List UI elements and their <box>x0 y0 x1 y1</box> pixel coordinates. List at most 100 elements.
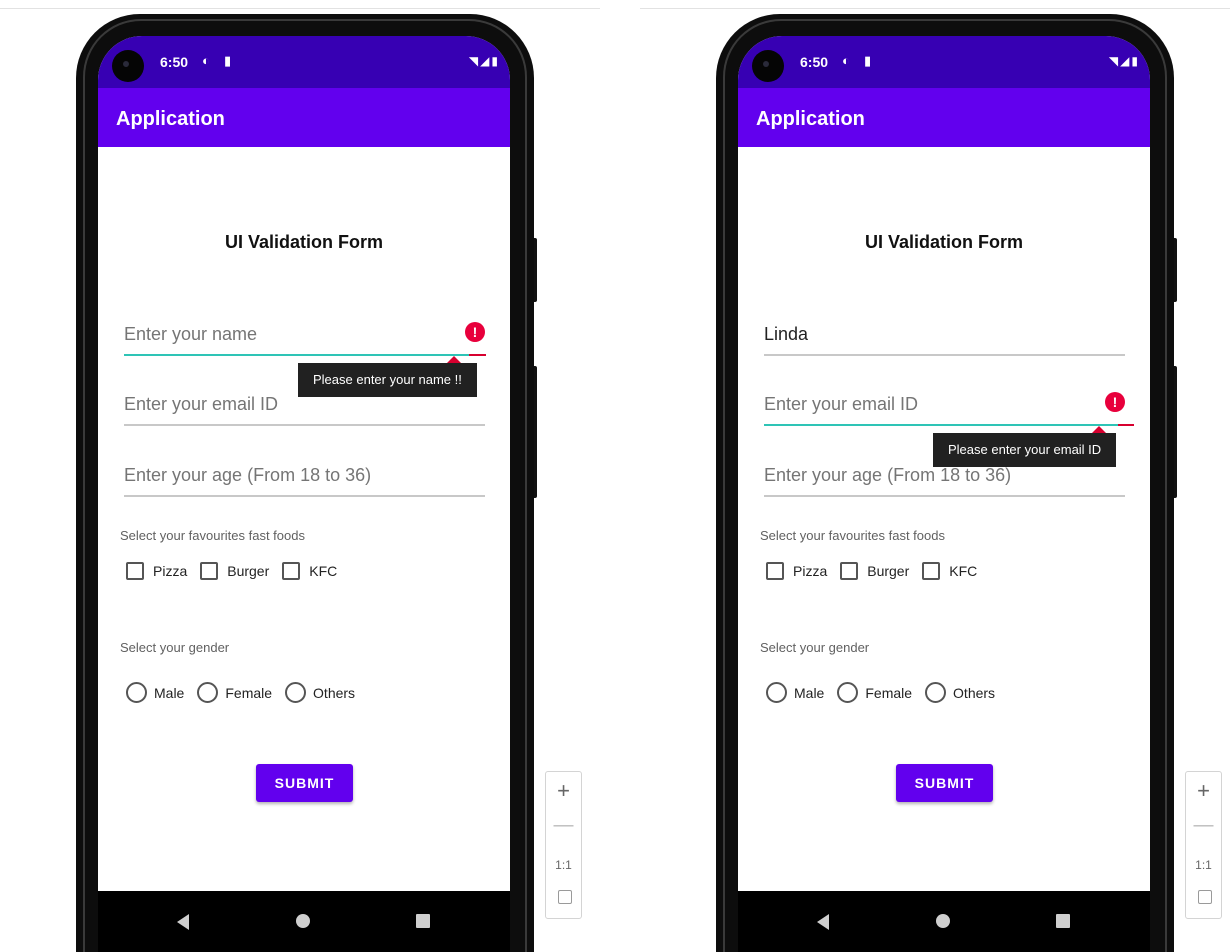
checkbox-box[interactable] <box>282 562 301 580</box>
camera-icon <box>112 50 144 82</box>
checkbox-label: Burger <box>867 563 910 579</box>
submit-button[interactable]: SUBMIT <box>896 764 993 802</box>
checkbox-burger[interactable]: Burger <box>200 562 269 580</box>
status-time: 6:50 <box>160 54 189 70</box>
checkbox-box[interactable] <box>766 562 784 580</box>
zoom-in-button[interactable]: + <box>1186 778 1221 804</box>
checkbox-kfc[interactable]: KFC <box>282 562 337 580</box>
radio-male[interactable]: Male <box>126 682 184 703</box>
phone-screen: 6:50 ◐ ▮ ◥◢▮ Application UI Validation F… <box>738 36 1150 952</box>
email-placeholder: Enter your email ID <box>764 394 919 414</box>
app-title: Application <box>116 108 225 130</box>
checkbox-box[interactable] <box>922 562 941 580</box>
battery-icon: ▮ <box>491 54 500 68</box>
form-title: UI Validation Form <box>224 232 384 252</box>
checkbox-box[interactable] <box>200 562 219 580</box>
radio-button[interactable] <box>197 682 219 703</box>
checkbox-burger[interactable]: Burger <box>840 562 909 580</box>
radio-button[interactable] <box>126 682 147 703</box>
sd-card-icon: ▮ <box>224 53 232 68</box>
error-indicator <box>1118 424 1134 426</box>
system-status-icons: ◥◢▮ <box>1109 54 1140 68</box>
fit-screen-icon[interactable] <box>558 890 572 904</box>
back-icon[interactable] <box>817 914 829 930</box>
radio-label: Male <box>154 684 185 701</box>
radio-female[interactable]: Female <box>197 682 272 703</box>
age-placeholder: Enter your age (From 18 to 36) <box>764 465 1012 485</box>
radio-label: Female <box>225 684 273 701</box>
zoom-in-button[interactable]: + <box>546 778 581 804</box>
panel-divider <box>640 0 1230 9</box>
signal-icon: ◢ <box>1120 54 1132 68</box>
zoom-controls: + — 1:1 <box>545 771 582 919</box>
checkbox-label: KFC <box>949 563 978 579</box>
error-circle-icon[interactable]: ! <box>465 322 485 342</box>
recents-icon[interactable] <box>416 914 430 928</box>
submit-button[interactable]: SUBMIT <box>256 764 353 802</box>
radio-label: Others <box>313 684 356 701</box>
back-icon[interactable] <box>177 914 189 930</box>
name-field[interactable]: Enter your name ! <box>124 320 485 356</box>
phone-frame: 6:50 ◐ ▮ ◥◢▮ Application UI Validation F… <box>716 14 1174 952</box>
gender-radio-group: Male Female Others <box>766 682 1008 703</box>
app-bar: Application <box>738 88 1150 147</box>
error-circle-icon[interactable]: ! <box>1105 392 1125 412</box>
navigation-bar <box>98 891 510 952</box>
actual-size-button[interactable]: 1:1 <box>1186 858 1221 872</box>
status-bar: 6:50 ◐ ▮ ◥◢▮ <box>738 36 1150 88</box>
signal-icon: ◢ <box>480 54 492 68</box>
wifi-icon: ◥ <box>468 54 481 68</box>
gender-section-label: Select your gender <box>120 640 230 655</box>
status-time: 6:50 <box>800 54 829 70</box>
checkbox-pizza[interactable]: Pizza <box>126 562 187 580</box>
gender-radio-group: Male Female Others <box>126 682 368 703</box>
radio-label: Female <box>865 684 913 701</box>
checkbox-label: Burger <box>227 563 270 579</box>
zoom-controls: + — 1:1 <box>1185 771 1222 919</box>
app-bar: Application <box>98 88 510 147</box>
emulator-panel-left: 6:50 ◐ ▮ ◥◢▮ Application UI Validation F… <box>0 0 600 952</box>
checkbox-pizza[interactable]: Pizza <box>766 562 827 580</box>
home-icon[interactable] <box>296 914 310 928</box>
name-value: Linda <box>764 324 809 344</box>
radio-others[interactable]: Others <box>925 682 995 703</box>
status-bar: 6:50 ◐ ▮ ◥◢▮ <box>98 36 510 88</box>
error-indicator <box>469 354 486 356</box>
zoom-out-button[interactable]: — <box>1186 814 1221 837</box>
radio-male[interactable]: Male <box>766 682 824 703</box>
home-icon[interactable] <box>936 914 950 928</box>
radio-button[interactable] <box>285 682 307 703</box>
radio-others[interactable]: Others <box>285 682 355 703</box>
emulator-panel-right: 6:50 ◐ ▮ ◥◢▮ Application UI Validation F… <box>640 0 1230 952</box>
food-checkbox-group: Pizza Burger KFC <box>126 562 350 580</box>
fit-screen-icon[interactable] <box>1198 890 1212 904</box>
sd-card-icon: ▮ <box>864 53 872 68</box>
checkbox-kfc[interactable]: KFC <box>922 562 977 580</box>
name-placeholder: Enter your name <box>124 324 258 344</box>
wifi-icon: ◥ <box>1108 54 1121 68</box>
checkbox-box[interactable] <box>840 562 859 580</box>
checkbox-label: Pizza <box>793 563 828 579</box>
radio-button[interactable] <box>766 682 787 703</box>
form-title: UI Validation Form <box>864 232 1024 252</box>
system-status-icons: ◥◢▮ <box>469 54 500 68</box>
email-field[interactable]: Enter your email ID ! <box>764 390 1125 426</box>
age-field[interactable]: Enter your age (From 18 to 36) <box>124 461 485 497</box>
radio-button[interactable] <box>925 682 947 703</box>
recents-icon[interactable] <box>1056 914 1070 928</box>
email-field[interactable]: Enter your email ID <box>124 390 485 426</box>
radio-female[interactable]: Female <box>837 682 912 703</box>
data-saver-icon: ◐ <box>842 53 850 68</box>
camera-icon <box>752 50 784 82</box>
name-field[interactable]: Linda <box>764 320 1125 356</box>
food-checkbox-group: Pizza Burger KFC <box>766 562 990 580</box>
zoom-out-button[interactable]: — <box>546 814 581 837</box>
phone-screen: 6:50 ◐ ▮ ◥◢▮ Application UI Validation F… <box>98 36 510 952</box>
navigation-bar <box>738 891 1150 952</box>
radio-button[interactable] <box>837 682 859 703</box>
actual-size-button[interactable]: 1:1 <box>546 858 581 872</box>
age-field[interactable]: Enter your age (From 18 to 36) <box>764 461 1125 497</box>
data-saver-icon: ◐ <box>202 53 210 68</box>
checkbox-label: KFC <box>309 563 338 579</box>
checkbox-box[interactable] <box>126 562 144 580</box>
